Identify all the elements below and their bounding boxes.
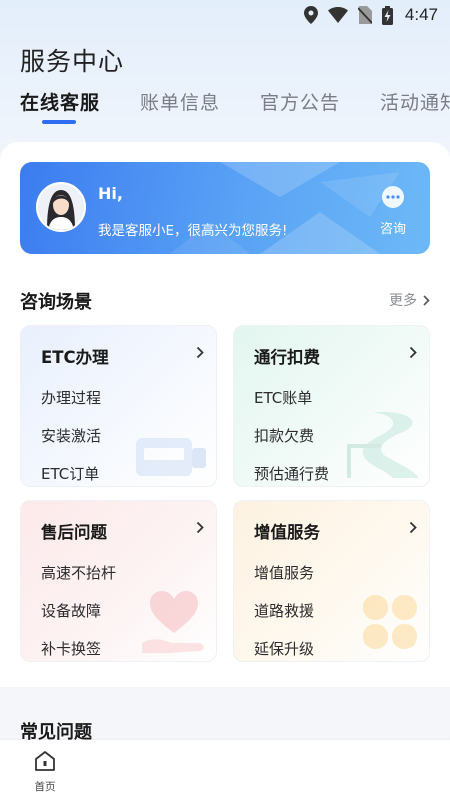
card-item[interactable]: 设备故障 [41,600,101,621]
chevron-right-icon[interactable] [196,521,204,534]
card-value-added[interactable]: 增值服务 增值服务 道路救援 延保升级 [233,500,430,662]
card-title: ETC办理 [41,348,109,367]
chat-bubble-icon [382,186,404,208]
more-link[interactable]: 更多 [389,290,430,310]
chevron-right-icon[interactable] [409,521,417,534]
consult-label: 咨询 [379,222,406,237]
card-title: 增值服务 [254,523,320,542]
card-item[interactable]: ETC订单 [41,463,99,484]
nav-home[interactable]: 首页 [28,750,62,794]
scenario-section-title: 咨询场景 [20,292,92,313]
nav-home-label: 首页 [34,781,56,793]
status-bar: 4:47 [0,0,450,32]
card-item[interactable]: 补卡换签 [41,638,101,659]
card-item[interactable]: ETC账单 [254,387,312,408]
tab-bill-info[interactable]: 账单信息 [140,88,220,115]
heart-hand-icon [142,591,204,653]
etc-device-icon [136,438,206,476]
status-time: 4:47 [404,5,438,24]
chevron-right-icon[interactable] [409,346,417,359]
bottom-nav: 首页 [0,740,450,800]
banner-message: 我是客服小E，很高兴为您服务! [98,223,288,239]
main-content: Hi, 我是客服小E，很高兴为您服务! 咨询 咨询场景 更多 ETC办理 办理过… [0,142,450,687]
card-after-sales[interactable]: 售后问题 高速不抬杆 设备故障 补卡换签 [20,500,217,662]
tab-online-service[interactable]: 在线客服 [20,88,100,124]
tab-bar: 在线客服 账单信息 官方公告 活动通知 [20,88,450,124]
home-icon [35,751,55,771]
more-label: 更多 [389,293,417,309]
card-title: 售后问题 [41,523,107,542]
chevron-right-icon[interactable] [196,346,204,359]
customer-service-banner[interactable]: Hi, 我是客服小E，很高兴为您服务! 咨询 [20,162,430,254]
card-item[interactable]: 延保升级 [254,638,314,659]
consult-button[interactable]: 咨询 [370,186,416,237]
highway-road-icon [347,412,419,478]
clover-icon [363,595,417,649]
card-item[interactable]: 增值服务 [254,562,314,583]
wifi-icon [327,7,348,23]
card-item[interactable]: 道路救援 [254,600,314,621]
no-sim-icon [357,6,372,24]
card-item[interactable]: 高速不抬杆 [41,562,116,583]
card-toll-deduction[interactable]: 通行扣费 ETC账单 扣款欠费 预估通行费 [233,325,430,487]
card-item[interactable]: 扣款欠费 [254,425,314,446]
scenario-section-header: 咨询场景 更多 [20,288,430,314]
banner-greeting: Hi, [98,184,123,203]
card-item[interactable]: 办理过程 [41,387,101,408]
battery-charging-icon [381,5,393,25]
page-title: 服务中心 [20,47,125,76]
card-item[interactable]: 安装激活 [41,425,101,446]
tab-official-notice[interactable]: 官方公告 [260,88,340,115]
card-title: 通行扣费 [254,348,320,367]
agent-avatar [36,182,86,232]
tab-activity-notice[interactable]: 活动通知 [380,88,450,115]
chevron-right-icon [423,294,430,306]
card-etc-handling[interactable]: ETC办理 办理过程 安装激活 ETC订单 [20,325,217,487]
location-icon [303,6,318,24]
card-item[interactable]: 预估通行费 [254,463,329,484]
